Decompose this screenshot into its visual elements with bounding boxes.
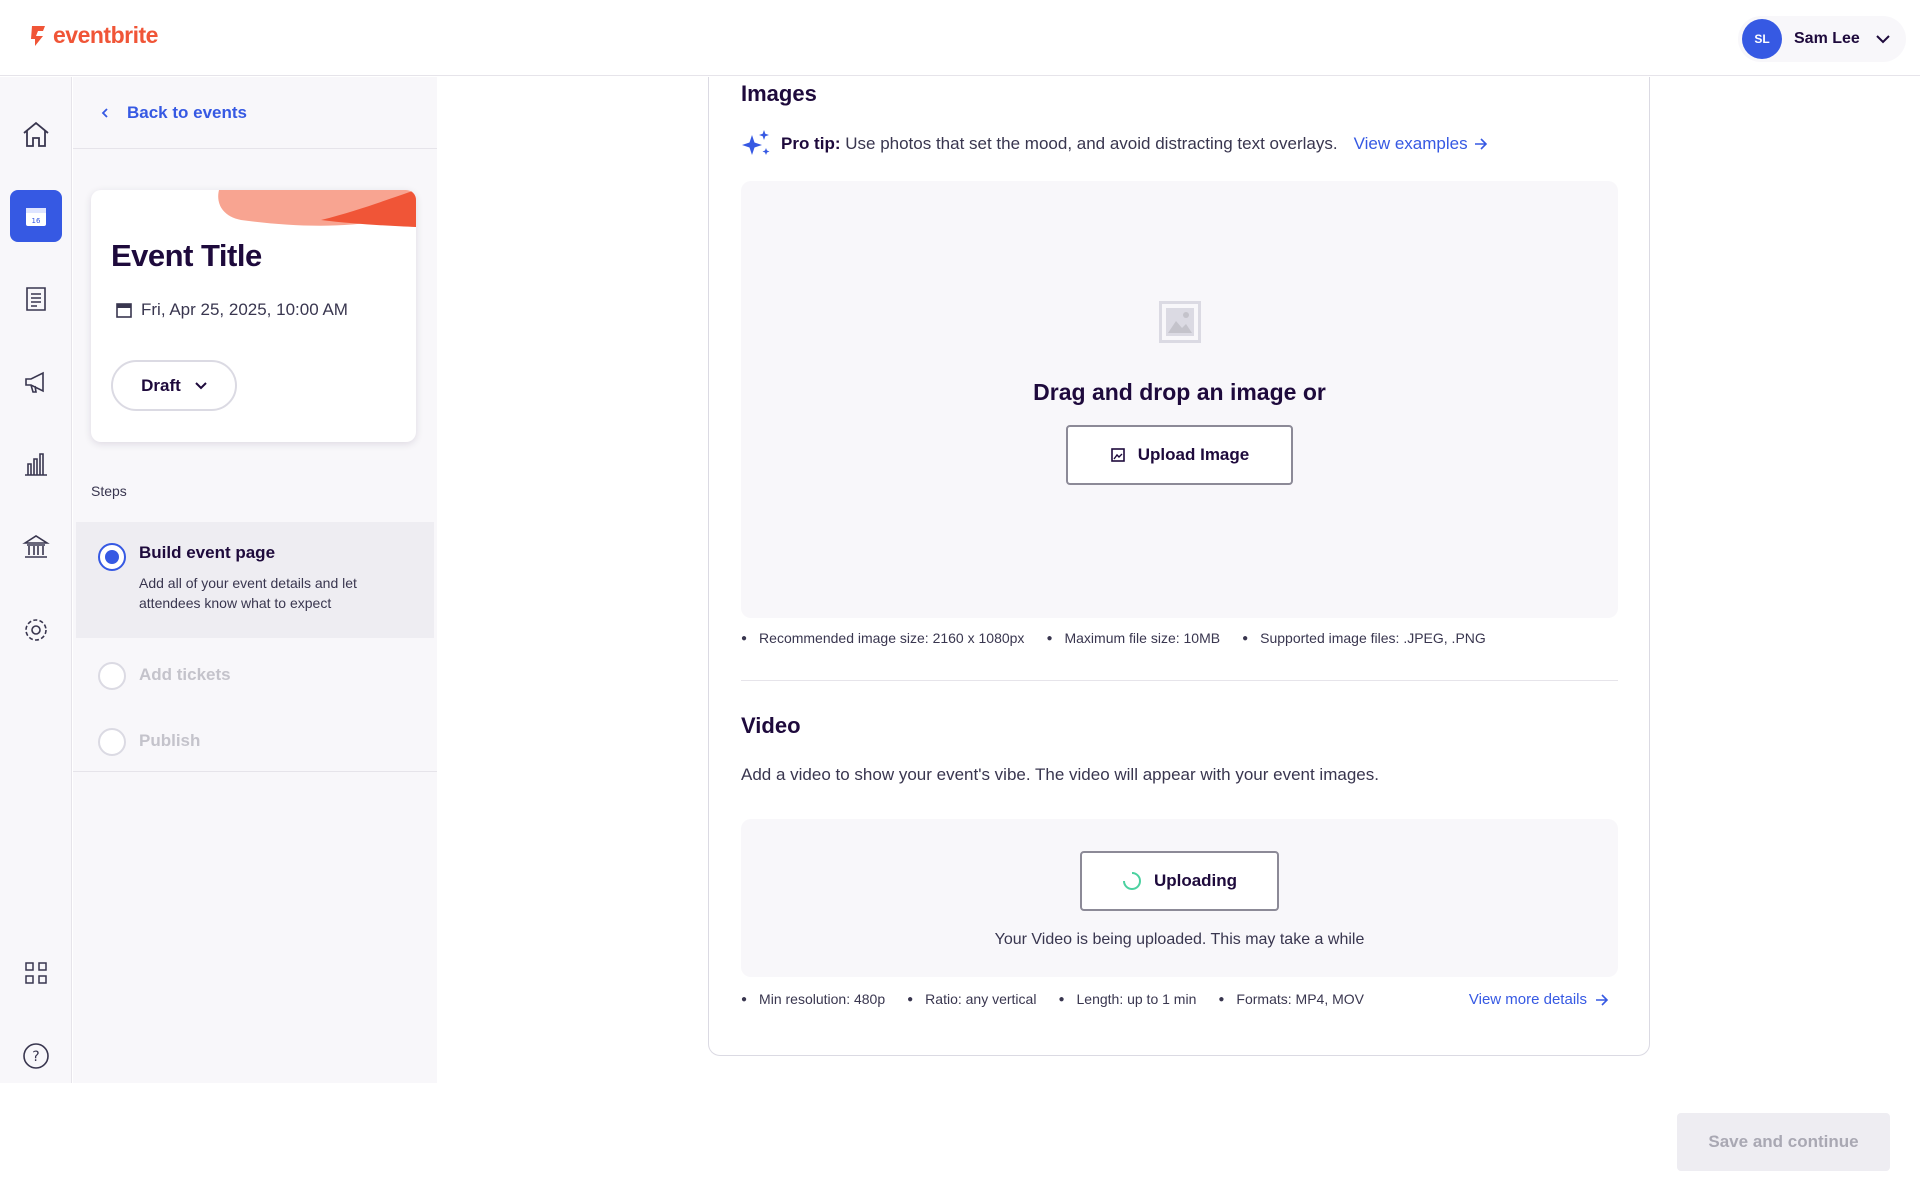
finance-icon[interactable] (10, 521, 62, 573)
event-title: Event Title (111, 238, 262, 273)
event-date: Fri, Apr 25, 2025, 10:00 AM (115, 300, 348, 320)
step-add-tickets[interactable]: Add tickets (76, 654, 434, 708)
video-specs: ● Min resolution: 480p ● Ratio: any vertic… (741, 991, 1364, 1007)
sparkle-icon (742, 130, 770, 155)
avatar: SL (1742, 19, 1782, 59)
step-description: Add all of your event details and let at… (139, 575, 357, 611)
svg-text:?: ? (32, 1049, 39, 1065)
orders-icon[interactable] (10, 273, 62, 325)
calendar-icon[interactable]: 16 (10, 190, 62, 242)
event-summary-card: Event Title Fri, Apr 25, 2025, 10:00 AM … (91, 190, 416, 442)
uploading-button[interactable]: Uploading (1080, 851, 1279, 911)
video-spec: Ratio: any vertical (925, 991, 1037, 1007)
step-build-event-page[interactable]: Build event page Add all of your event d… (76, 522, 434, 638)
brand-name: eventbrite (53, 22, 158, 48)
account-menu[interactable]: SL Sam Lee (1738, 16, 1906, 62)
divider (73, 771, 437, 772)
help-icon[interactable]: ? (10, 1030, 62, 1082)
reports-icon[interactable] (10, 438, 62, 490)
status-dropdown[interactable]: Draft (111, 360, 237, 411)
media-card: Images Pro tip: Use photos that set the … (708, 77, 1650, 1056)
back-to-events-link[interactable]: Back to events (73, 77, 437, 149)
save-and-continue-button[interactable]: Save and continue (1677, 1113, 1890, 1171)
tip-bold: Pro tip: (781, 134, 841, 153)
images-heading: Images (741, 81, 817, 106)
back-label: Back to events (127, 102, 247, 122)
top-header: eventbrite SL Sam Lee (0, 0, 1920, 76)
nav-rail: 16 ? (0, 77, 72, 1083)
image-specs: ● Recommended image size: 2160 x 1080px ●… (741, 630, 1486, 646)
tip-text: Use photos that set the mood, and avoid … (845, 134, 1338, 153)
step-radio (98, 543, 126, 571)
image-spec: Maximum file size: 10MB (1064, 630, 1221, 646)
step-publish[interactable]: Publish (76, 720, 434, 774)
view-more-details-label: View more details (1468, 991, 1587, 1008)
eventbrite-logo-icon (31, 25, 45, 46)
view-more-details-link[interactable]: View more details (1469, 991, 1609, 1008)
step-title: Add tickets (139, 665, 231, 684)
video-heading: Video (741, 713, 801, 738)
video-spec: Formats: MP4, MOV (1236, 991, 1364, 1007)
chevron-left-icon (101, 107, 108, 118)
step-radio (98, 662, 126, 690)
apps-icon[interactable] (10, 947, 62, 999)
video-upload-zone: Uploading Your Video is being uploaded. … (741, 819, 1618, 977)
step-radio (98, 728, 126, 756)
spinner-icon (1122, 872, 1141, 890)
status-label: Draft (141, 375, 181, 395)
divider (741, 680, 1618, 681)
upload-image-button[interactable]: Upload Image (1066, 425, 1293, 485)
image-placeholder-icon (1159, 301, 1201, 343)
steps-heading: Steps (91, 483, 127, 499)
uploading-label: Uploading (1153, 871, 1238, 890)
step-title: Build event page (139, 543, 276, 562)
upload-image-label: Upload Image (1137, 445, 1250, 464)
event-sidebar: Back to events Event Title Fri, Apr 25, … (73, 77, 437, 1083)
view-examples-link[interactable]: View examples (1354, 134, 1488, 154)
settings-icon[interactable] (10, 604, 62, 656)
image-spec: Supported image files: .JPEG, .PNG (1260, 630, 1486, 646)
calendar-icon (116, 303, 132, 318)
card-decoration (218, 190, 416, 227)
step-title: Publish (139, 731, 201, 750)
video-spec: Min resolution: 480p (759, 991, 886, 1007)
megaphone-icon[interactable] (10, 356, 62, 408)
arrow-right-icon (1474, 138, 1487, 150)
drop-prompt: Drag and drop an image or (1033, 379, 1326, 405)
view-examples-label: View examples (1353, 134, 1468, 153)
chevron-down-icon (195, 381, 207, 389)
event-date-text: Fri, Apr 25, 2025, 10:00 AM (141, 300, 348, 319)
user-name: Sam Lee (1794, 30, 1860, 47)
home-icon[interactable] (10, 108, 62, 160)
eventbrite-logo[interactable]: eventbrite (29, 22, 158, 49)
upload-status-text: Your Video is being uploaded. This may t… (994, 931, 1365, 948)
image-icon (1110, 448, 1125, 462)
chevron-down-icon (1876, 34, 1890, 43)
image-dropzone[interactable]: Drag and drop an image or Upload Image (741, 181, 1618, 618)
pro-tip: Pro tip: Use photos that set the mood, a… (741, 129, 1488, 159)
arrow-right-icon (1596, 993, 1609, 1006)
image-spec: Recommended image size: 2160 x 1080px (759, 630, 1025, 646)
video-description: Add a video to show your event's vibe. T… (741, 765, 1379, 784)
svg-text:16: 16 (32, 217, 41, 225)
video-spec: Length: up to 1 min (1076, 991, 1197, 1007)
